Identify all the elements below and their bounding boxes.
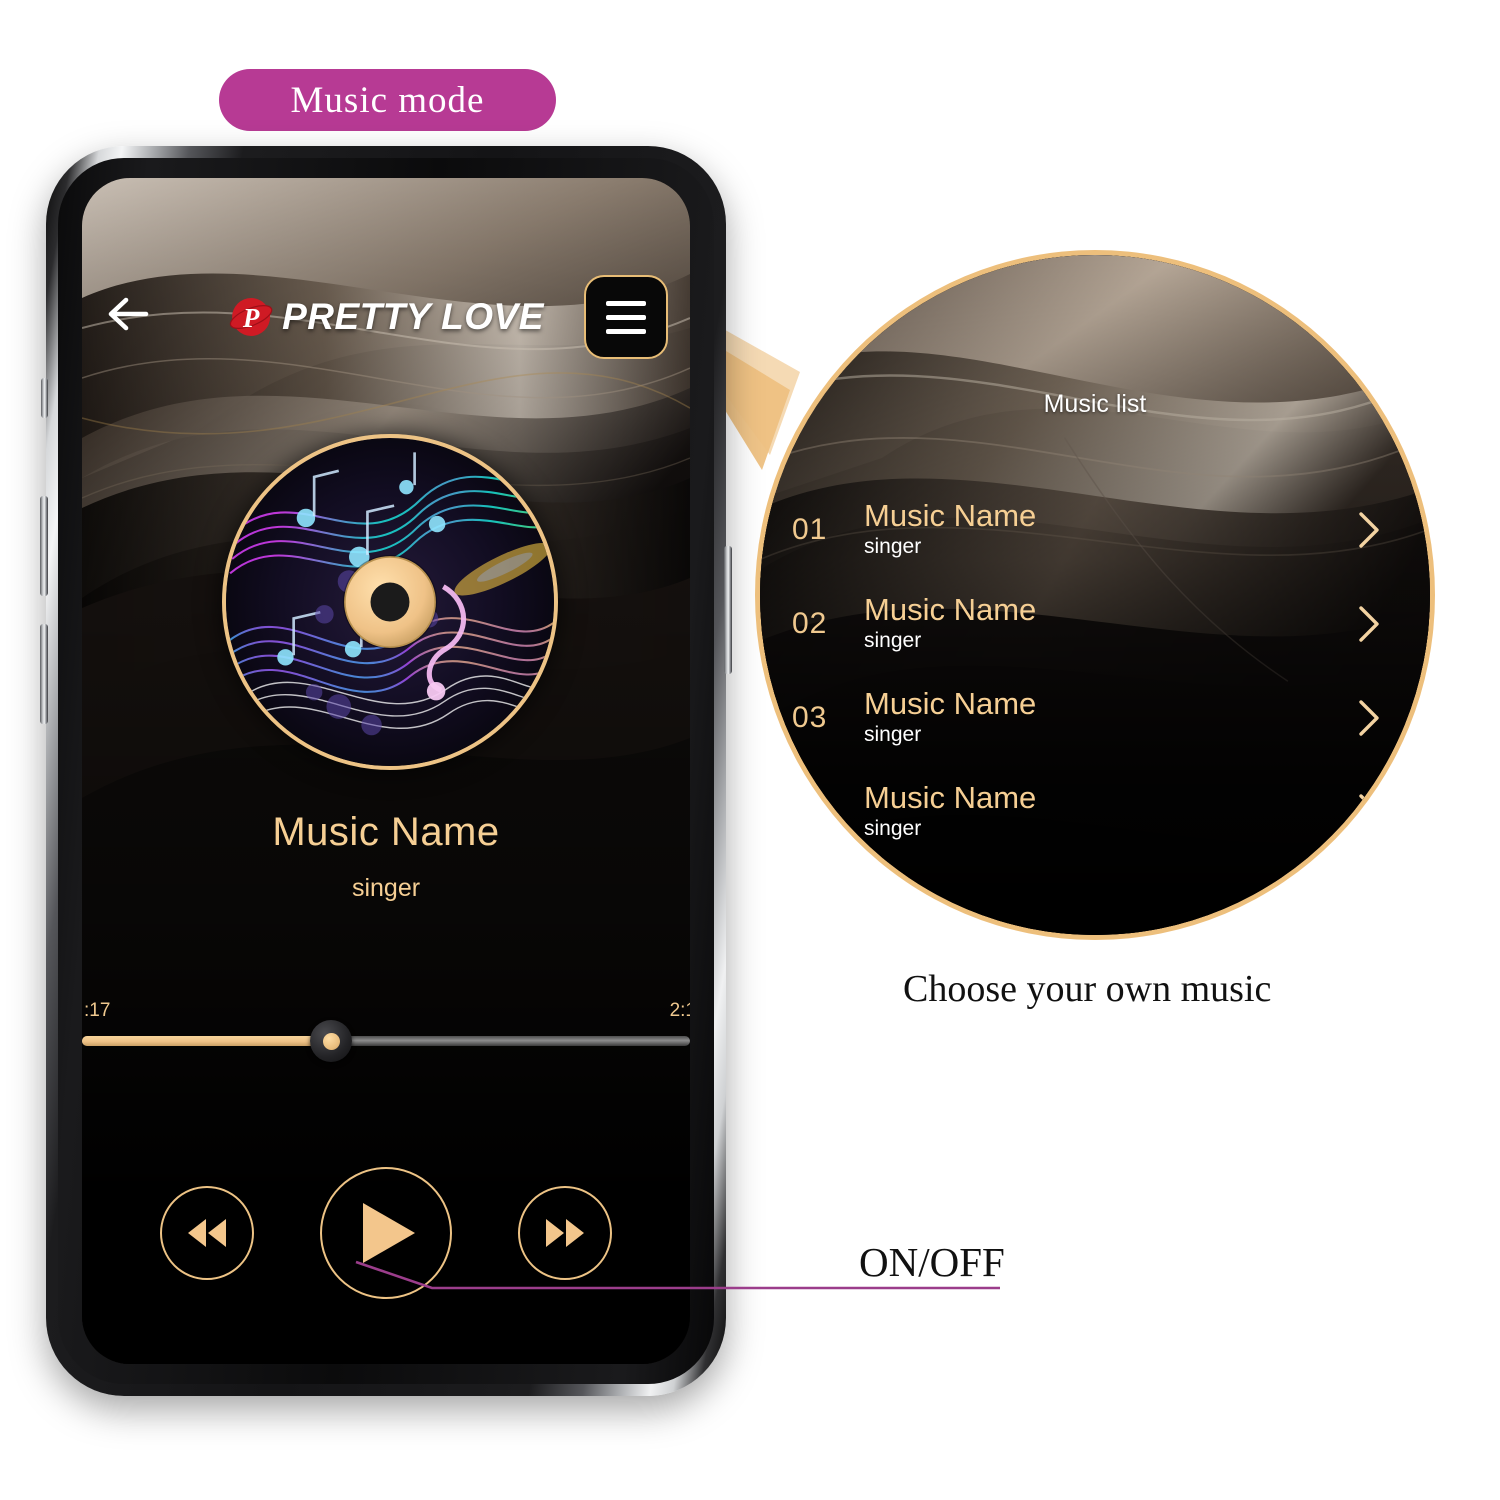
mute-switch[interactable] (41, 378, 48, 418)
now-playing-title: Music Name (272, 810, 500, 854)
track-info: Music Name singer (864, 687, 1430, 749)
progress-area: :17 2:1 (82, 1000, 690, 1070)
phone-screen: P PRETTY LOVE Music Name singer:17 2: (82, 178, 690, 1364)
album-art[interactable] (222, 434, 558, 770)
progress-fill (82, 1036, 332, 1046)
track-info: Music Name singer (864, 781, 1430, 843)
caption-onoff: ON/OFF (859, 1239, 1005, 1285)
play-button[interactable] (320, 1167, 452, 1299)
back-arrow-icon[interactable] (102, 288, 154, 340)
track-name: Music Name (864, 498, 1037, 534)
track-name: Music Name (864, 686, 1037, 722)
pretty-love-emblem-icon: P (228, 294, 274, 340)
menu-line (606, 328, 646, 334)
music-list: 01 Music Name singer 02 Music Name singe… (760, 483, 1430, 859)
previous-button[interactable] (160, 1186, 254, 1280)
music-list-magnifier: Music list 01 Music Name singer 02 Music… (755, 250, 1435, 940)
track-singer: singer (864, 816, 922, 840)
next-button[interactable] (518, 1186, 612, 1280)
caption-choose-music: Choose your own music (903, 968, 1272, 1010)
total-duration: 2:1 (669, 1000, 690, 1021)
list-item[interactable]: 01 Music Name singer (760, 483, 1430, 577)
chevron-right-icon[interactable] (1356, 604, 1382, 644)
volume-down-button[interactable] (40, 624, 48, 724)
chevron-right-icon[interactable] (1356, 510, 1382, 550)
now-playing-artist: singer (351, 874, 421, 902)
music-mode-badge-label: Music mode (290, 79, 485, 121)
track-name: Music Name (864, 780, 1037, 816)
brand-name: PRETTY LOVE (282, 296, 544, 337)
power-button[interactable] (724, 546, 732, 674)
progress-thumb[interactable] (310, 1020, 353, 1062)
track-singer: singer (864, 628, 922, 652)
brand-logo: P PRETTY LOVE (228, 294, 544, 340)
music-mode-badge: Music mode (219, 69, 556, 131)
volume-up-button[interactable] (40, 496, 48, 596)
app-header: P PRETTY LOVE (82, 274, 690, 359)
chevron-right-icon[interactable] (1356, 698, 1382, 738)
track-number: 02 (792, 607, 828, 640)
svg-text:P: P (242, 303, 260, 333)
playback-controls (82, 1158, 690, 1308)
hamburger-menu-icon[interactable] (584, 275, 668, 359)
menu-line (606, 314, 646, 320)
track-number: 03 (792, 701, 828, 734)
menu-line (606, 300, 646, 306)
music-disc-icon (222, 434, 558, 770)
list-item[interactable]: Music Name singer (760, 765, 1430, 859)
progress-slider[interactable] (82, 1036, 690, 1046)
track-singer: singer (864, 534, 922, 558)
track-singer: singer (864, 722, 922, 746)
list-item[interactable]: 02 Music Name singer (760, 577, 1430, 671)
track-name: Music Name (864, 592, 1037, 628)
fast-forward-icon (546, 1219, 584, 1247)
track-info: Music Name singer (864, 593, 1430, 655)
list-item[interactable]: 03 Music Name singer (760, 671, 1430, 765)
chevron-right-icon[interactable] (1356, 792, 1382, 832)
track-info: Music Name singer (864, 499, 1430, 561)
music-list-title: Music list (1043, 390, 1147, 418)
phone-device: P PRETTY LOVE Music Name singer:17 2: (40, 146, 732, 1396)
rewind-icon (188, 1219, 226, 1247)
elapsed-time: :17 (84, 1000, 111, 1021)
play-icon (363, 1203, 415, 1263)
track-number: 01 (792, 513, 828, 546)
